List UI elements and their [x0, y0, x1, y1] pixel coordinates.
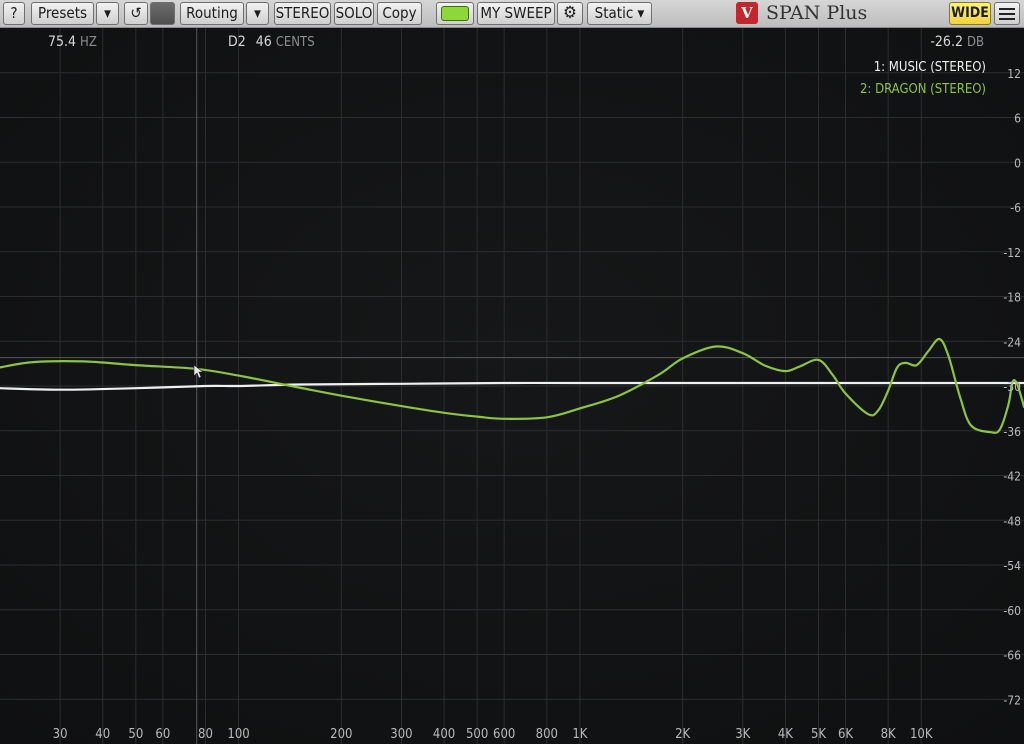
frequency-tick-label: 6K: [838, 727, 853, 742]
span-logo-icon: V: [736, 2, 758, 24]
enable-led-icon: [441, 6, 469, 21]
help-button[interactable]: ?: [3, 2, 25, 25]
frequency-tick-label: 8K: [881, 727, 896, 742]
presets-dropdown-arrow[interactable]: ▾: [96, 2, 119, 25]
level-tick-label: -12: [1003, 246, 1021, 260]
cents-value: 46: [255, 34, 272, 50]
level-tick-label: -60: [1003, 604, 1021, 618]
frequency-tick-label: 1K: [572, 727, 587, 742]
frequency-tick-label: 100: [227, 727, 249, 742]
legend-dragon[interactable]: 2: DRAGON (STEREO): [860, 82, 986, 97]
undo-button[interactable]: [150, 2, 175, 25]
mode-dropdown[interactable]: Static ▾: [587, 2, 652, 25]
level-tick-label: -48: [1003, 514, 1021, 528]
level-tick-label: -72: [1003, 693, 1021, 707]
level-tick-label: -30: [1003, 380, 1021, 394]
routing-button[interactable]: Routing: [180, 2, 244, 25]
legend-music[interactable]: 1: MUSIC (STEREO): [874, 60, 986, 75]
level-tick-label: -24: [1003, 335, 1021, 349]
note-value: D2: [228, 34, 246, 50]
wide-toggle[interactable]: WIDE: [949, 2, 991, 25]
note-readout: D2 46 CENTS: [228, 34, 315, 50]
level-tick-label: 12: [1007, 67, 1021, 81]
toolbar: ? Presets ▾ ↺ Routing ▾ STEREO SOLO Copy…: [0, 0, 1024, 28]
gear-icon[interactable]: ⚙: [557, 2, 583, 25]
frequency-tick-label: 5K: [811, 727, 826, 742]
level-tick-label: -36: [1003, 425, 1021, 439]
level-tick-label: -54: [1003, 559, 1021, 573]
frequency-tick-label: 10K: [910, 727, 933, 742]
level-tick-label: 6: [1014, 112, 1021, 126]
frequency-tick-label: 30: [53, 727, 68, 742]
frequency-tick-label: 60: [155, 727, 170, 742]
frequency-tick-label: 400: [433, 727, 455, 742]
frequency-tick-label: 2K: [675, 727, 690, 742]
frequency-tick-label: 200: [330, 727, 352, 742]
sweep-preset-button[interactable]: MY SWEEP: [477, 2, 555, 25]
level-readout: -26.2 DB: [930, 34, 984, 50]
level-value: -26.2: [930, 34, 963, 50]
spectrum-plot[interactable]: 30 40 50 60 80 100 200 300 400 500 600 800 1K 2K 3K 4K 5…: [0, 28, 1024, 744]
solo-button[interactable]: SOLO: [334, 2, 374, 25]
frequency-value: 75.4: [48, 34, 77, 50]
copy-button[interactable]: Copy: [377, 2, 422, 25]
level-tick-label: -18: [1003, 291, 1021, 305]
frequency-tick-label: 80: [198, 727, 213, 742]
presets-button[interactable]: Presets: [31, 2, 94, 25]
frequency-tick-label: 300: [390, 727, 412, 742]
level-tick-label: -6: [1010, 201, 1021, 215]
brand-title: SPAN Plus: [766, 2, 868, 24]
frequency-readout: 75.4 HZ: [48, 34, 97, 50]
routing-dropdown-arrow[interactable]: ▾: [246, 2, 269, 25]
frequency-tick-label: 40: [95, 727, 110, 742]
level-tick-label: 0: [1014, 156, 1021, 170]
reset-icon[interactable]: ↺: [124, 2, 148, 25]
stereo-button[interactable]: STEREO: [274, 2, 331, 25]
frequency-tick-label: 800: [536, 727, 558, 742]
level-unit: DB: [966, 35, 984, 50]
frequency-unit: HZ: [80, 35, 97, 50]
frequency-tick-label: 50: [128, 727, 143, 742]
cents-unit: CENTS: [275, 35, 315, 50]
menu-icon[interactable]: [994, 2, 1020, 25]
frequency-tick-label: 3K: [735, 727, 750, 742]
enable-toggle[interactable]: [436, 2, 474, 25]
frequency-tick-label: 4K: [778, 727, 793, 742]
level-tick-label: -42: [1003, 470, 1021, 484]
frequency-tick-label: 600: [493, 727, 515, 742]
level-tick-label: -66: [1003, 649, 1021, 663]
frequency-tick-label: 500: [466, 727, 488, 742]
